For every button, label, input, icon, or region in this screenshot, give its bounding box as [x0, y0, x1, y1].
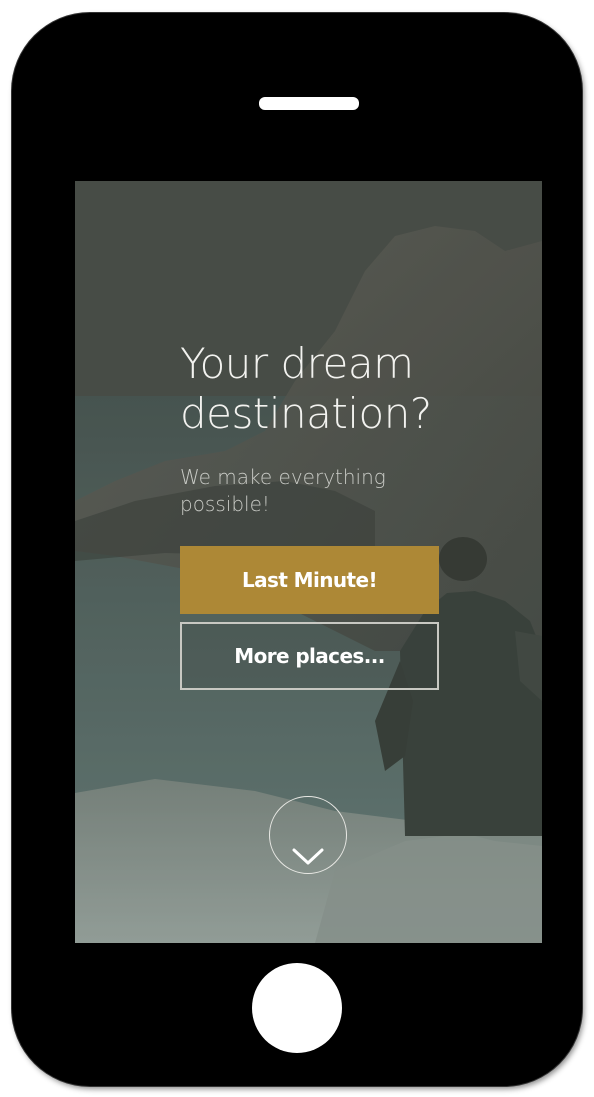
- hero-subtitle-line2: possible!: [180, 492, 270, 516]
- more-places-button-label: More places...: [234, 644, 385, 668]
- last-minute-button-label: Last Minute!: [242, 568, 378, 592]
- more-places-button[interactable]: More places...: [180, 622, 439, 690]
- chevron-down-icon: [292, 848, 324, 865]
- hero-title-line2: destination?: [180, 389, 432, 438]
- home-button[interactable]: [252, 963, 342, 1053]
- scroll-down-button[interactable]: [269, 796, 347, 874]
- app-screen: Your dream destination? We make everythi…: [75, 181, 542, 943]
- hero-subtitle: We make everything possible!: [180, 464, 430, 518]
- phone-frame: Your dream destination? We make everythi…: [12, 13, 582, 1086]
- hero-title: Your dream destination?: [180, 339, 480, 439]
- last-minute-button[interactable]: Last Minute!: [180, 546, 439, 614]
- phone-speaker: [259, 97, 359, 110]
- hero-subtitle-line1: We make everything: [180, 465, 386, 489]
- hero-title-line1: Your dream: [180, 339, 414, 388]
